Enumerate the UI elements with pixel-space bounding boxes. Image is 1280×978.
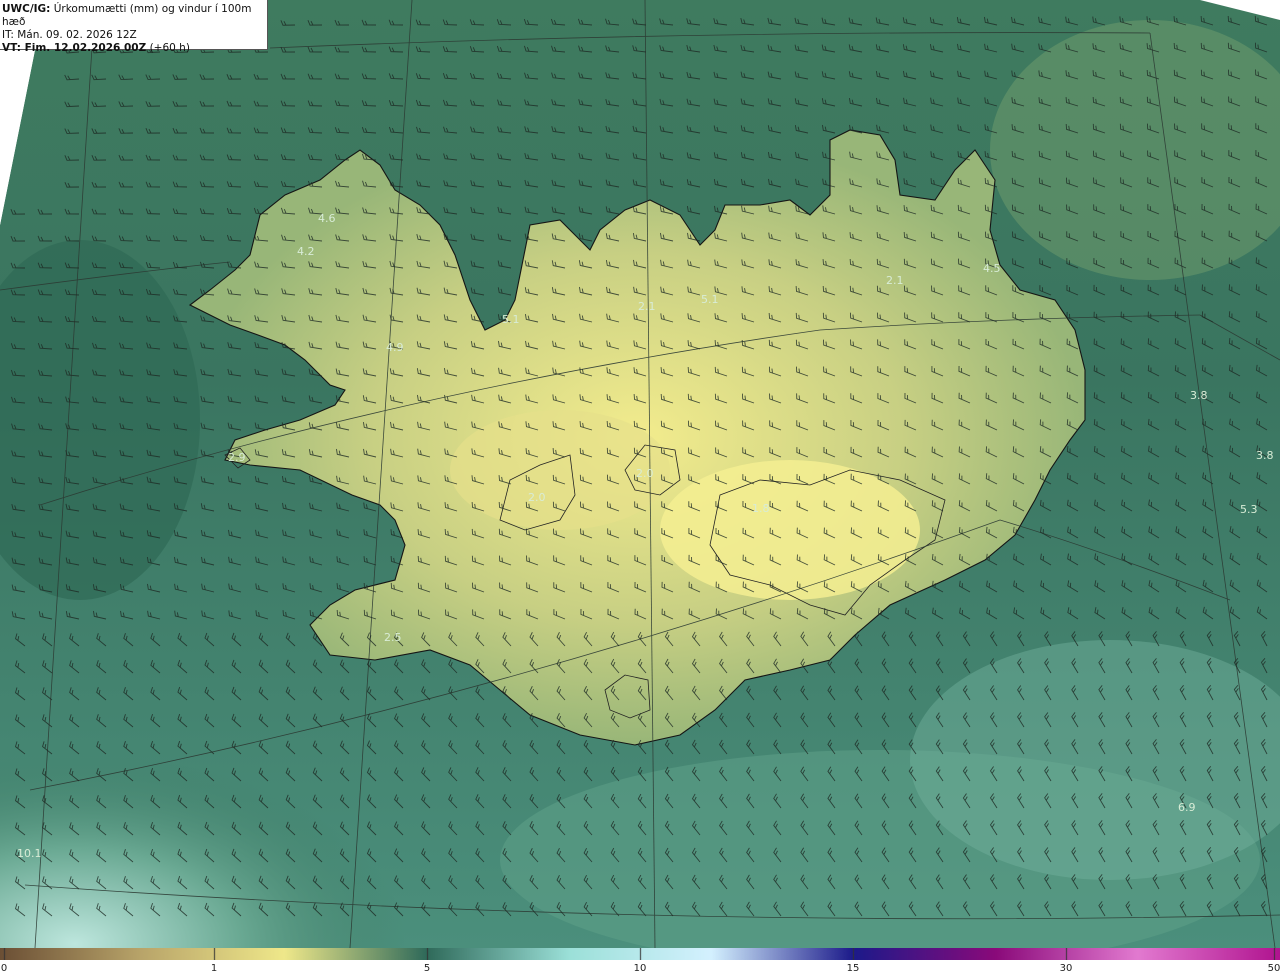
scale-tick-label: 50 <box>1267 963 1280 974</box>
map-label: 10.1 <box>17 847 42 860</box>
map-label: 1.8 <box>752 502 770 515</box>
scale-tick-label: 0 <box>0 963 8 974</box>
map-label: 5.1 <box>701 293 719 306</box>
scale-tick-label: 15 <box>846 963 860 974</box>
scale-tick-label: 1 <box>210 963 218 974</box>
map-label: 2.1 <box>886 274 904 287</box>
precipitation-map: 4.6 4.2 5.1 4.9 2.1 5.1 2.1 4.5 3.8 3.8 … <box>0 0 1280 948</box>
initial-time: IT: Mán. 09. 02. 2026 12Z <box>2 29 137 41</box>
scale-tick-label: 10 <box>633 963 647 974</box>
map-label: 3.8 <box>1256 449 1274 462</box>
color-scale-bar <box>0 948 1280 960</box>
map-label: 2.5 <box>384 631 402 644</box>
map-label: 2.9 <box>228 451 246 464</box>
color-scale-legend: 0 1 5 10 15 30 50 <box>0 948 1280 978</box>
map-label: 4.9 <box>386 341 404 354</box>
map-label: 4.5 <box>983 262 1001 275</box>
map-label: 4.6 <box>318 212 336 225</box>
scale-tick-label: 30 <box>1059 963 1073 974</box>
map-label: 3.8 <box>1190 389 1208 402</box>
model-name: UWC/IG: <box>2 3 51 15</box>
map-label: 2.0 <box>528 491 546 504</box>
valid-time: VT: Fim. 12.02.2026 00Z (+60 h) <box>2 42 267 55</box>
scale-tick-label: 5 <box>423 963 431 974</box>
map-label: 2.0 <box>636 467 654 480</box>
map-label: 2.1 <box>638 300 656 313</box>
map-label: 4.2 <box>297 245 315 258</box>
forecast-lead: (+60 h) <box>146 42 190 54</box>
valid-time-date: VT: Fim. 12.02.2026 00Z <box>2 42 147 54</box>
map-label: 5.3 <box>1240 503 1258 516</box>
map-info-box: UWC/IG: Úrkomumætti (mm) og vindur í 100… <box>0 0 268 54</box>
map-label: 6.9 <box>1178 801 1196 814</box>
map-label: 5.1 <box>502 313 520 326</box>
map-title: UWC/IG: Úrkomumætti (mm) og vindur í 100… <box>2 3 267 29</box>
